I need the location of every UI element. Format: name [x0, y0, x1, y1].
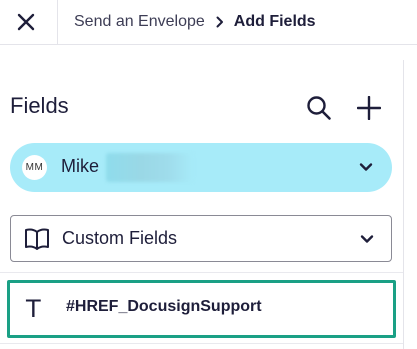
recipient-selector[interactable]: MM Mike [10, 143, 392, 192]
text-field-icon: T [26, 295, 41, 323]
chevron-down-icon [360, 235, 374, 243]
divider [0, 343, 403, 344]
select-value: Custom Fields [62, 228, 178, 248]
book-icon [25, 228, 49, 250]
panel-title: Fields [10, 93, 69, 118]
fields-panel: Fields MM Mike Custom Fields T #HREF_Doc… [0, 60, 404, 349]
avatar: MM [22, 155, 47, 180]
header-divider [57, 0, 58, 44]
plus-icon [357, 96, 381, 120]
recipient-name: Mike [61, 156, 100, 176]
field-label: #HREF_DocusignSupport [66, 298, 262, 315]
breadcrumb: Send an Envelope Add Fields [74, 0, 316, 44]
redacted-name-block [106, 153, 194, 182]
top-bar: Send an Envelope Add Fields [0, 0, 417, 45]
list-item-field[interactable]: T #HREF_DocusignSupport [7, 280, 396, 338]
chevron-right-icon [216, 16, 224, 28]
search-button[interactable] [303, 92, 335, 124]
search-icon [307, 96, 331, 120]
field-category-select[interactable]: Custom Fields [10, 215, 392, 262]
close-button[interactable] [12, 8, 40, 36]
breadcrumb-current: Add Fields [233, 13, 316, 30]
divider [0, 272, 403, 273]
breadcrumb-parent-link[interactable]: Send an Envelope [74, 13, 205, 31]
close-icon [17, 13, 35, 31]
chevron-down-icon [359, 163, 373, 171]
add-field-button[interactable] [353, 92, 385, 124]
